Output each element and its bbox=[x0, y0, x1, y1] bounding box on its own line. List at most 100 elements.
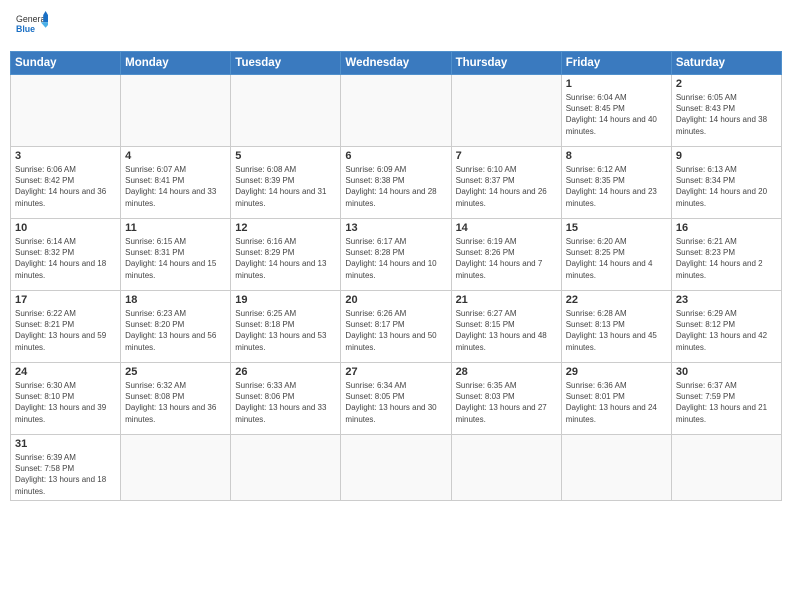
day-number: 31 bbox=[15, 438, 116, 450]
calendar-cell: 12 Sunrise: 6:16 AM Sunset: 8:29 PM Dayli… bbox=[231, 219, 341, 291]
calendar-cell bbox=[561, 435, 671, 501]
weekday-header-sunday: Sunday bbox=[11, 52, 121, 75]
calendar-cell: 19 Sunrise: 6:25 AM Sunset: 8:18 PM Dayli… bbox=[231, 291, 341, 363]
calendar-week-5: 31 Sunrise: 6:39 AM Sunset: 7:58 PM Dayli… bbox=[11, 435, 782, 501]
weekday-header-thursday: Thursday bbox=[451, 52, 561, 75]
day-info: Sunrise: 6:34 AM Sunset: 8:05 PM Dayligh… bbox=[345, 380, 446, 425]
day-info: Sunrise: 6:39 AM Sunset: 7:58 PM Dayligh… bbox=[15, 452, 116, 497]
calendar-cell bbox=[341, 435, 451, 501]
day-number: 1 bbox=[566, 78, 667, 90]
calendar-cell: 13 Sunrise: 6:17 AM Sunset: 8:28 PM Dayli… bbox=[341, 219, 451, 291]
calendar-week-0: 1Sunrise: 6:04 AM Sunset: 8:45 PM Daylig… bbox=[11, 75, 782, 147]
day-number: 23 bbox=[676, 294, 777, 306]
day-number: 12 bbox=[235, 222, 336, 234]
calendar-cell: 3 Sunrise: 6:06 AM Sunset: 8:42 PM Daylig… bbox=[11, 147, 121, 219]
calendar-cell bbox=[121, 435, 231, 501]
weekday-header-saturday: Saturday bbox=[671, 52, 781, 75]
weekday-header-tuesday: Tuesday bbox=[231, 52, 341, 75]
calendar-cell: 26 Sunrise: 6:33 AM Sunset: 8:06 PM Dayli… bbox=[231, 363, 341, 435]
weekday-header-wednesday: Wednesday bbox=[341, 52, 451, 75]
day-info: Sunrise: 6:09 AM Sunset: 8:38 PM Dayligh… bbox=[345, 164, 446, 209]
day-number: 15 bbox=[566, 222, 667, 234]
calendar-week-1: 3 Sunrise: 6:06 AM Sunset: 8:42 PM Daylig… bbox=[11, 147, 782, 219]
day-number: 2 bbox=[676, 78, 777, 90]
day-info: Sunrise: 6:07 AM Sunset: 8:41 PM Dayligh… bbox=[125, 164, 226, 209]
day-info: Sunrise: 6:14 AM Sunset: 8:32 PM Dayligh… bbox=[15, 236, 116, 281]
calendar-cell: 31 Sunrise: 6:39 AM Sunset: 7:58 PM Dayli… bbox=[11, 435, 121, 501]
calendar-week-2: 10Sunrise: 6:14 AM Sunset: 8:32 PM Dayli… bbox=[11, 219, 782, 291]
calendar-cell: 2Sunrise: 6:05 AM Sunset: 8:43 PM Daylig… bbox=[671, 75, 781, 147]
calendar-cell: 10Sunrise: 6:14 AM Sunset: 8:32 PM Dayli… bbox=[11, 219, 121, 291]
day-number: 9 bbox=[676, 150, 777, 162]
day-info: Sunrise: 6:20 AM Sunset: 8:25 PM Dayligh… bbox=[566, 236, 667, 281]
calendar-cell: 18 Sunrise: 6:23 AM Sunset: 8:20 PM Dayli… bbox=[121, 291, 231, 363]
calendar-cell: 25 Sunrise: 6:32 AM Sunset: 8:08 PM Dayli… bbox=[121, 363, 231, 435]
day-info: Sunrise: 6:33 AM Sunset: 8:06 PM Dayligh… bbox=[235, 380, 336, 425]
calendar-cell: 20 Sunrise: 6:26 AM Sunset: 8:17 PM Dayli… bbox=[341, 291, 451, 363]
calendar-table: SundayMondayTuesdayWednesdayThursdayFrid… bbox=[10, 51, 782, 501]
calendar-cell: 28Sunrise: 6:35 AM Sunset: 8:03 PM Dayli… bbox=[451, 363, 561, 435]
calendar-cell bbox=[451, 435, 561, 501]
day-number: 18 bbox=[125, 294, 226, 306]
day-info: Sunrise: 6:30 AM Sunset: 8:10 PM Dayligh… bbox=[15, 380, 116, 425]
day-number: 22 bbox=[566, 294, 667, 306]
calendar-cell: 22 Sunrise: 6:28 AM Sunset: 8:13 PM Dayli… bbox=[561, 291, 671, 363]
day-info: Sunrise: 6:22 AM Sunset: 8:21 PM Dayligh… bbox=[15, 308, 116, 353]
calendar-cell bbox=[231, 435, 341, 501]
day-number: 4 bbox=[125, 150, 226, 162]
logo-text: General Blue bbox=[14, 10, 48, 43]
day-number: 3 bbox=[15, 150, 116, 162]
day-number: 19 bbox=[235, 294, 336, 306]
day-number: 8 bbox=[566, 150, 667, 162]
day-info: Sunrise: 6:15 AM Sunset: 8:31 PM Dayligh… bbox=[125, 236, 226, 281]
day-info: Sunrise: 6:29 AM Sunset: 8:12 PM Dayligh… bbox=[676, 308, 777, 353]
calendar-cell: 6 Sunrise: 6:09 AM Sunset: 8:38 PM Daylig… bbox=[341, 147, 451, 219]
day-info: Sunrise: 6:06 AM Sunset: 8:42 PM Dayligh… bbox=[15, 164, 116, 209]
day-number: 28 bbox=[456, 366, 557, 378]
day-number: 14 bbox=[456, 222, 557, 234]
page: General Blue SundayMondayTuesdayWednesda… bbox=[0, 0, 792, 612]
calendar-cell: 27Sunrise: 6:34 AM Sunset: 8:05 PM Dayli… bbox=[341, 363, 451, 435]
day-info: Sunrise: 6:17 AM Sunset: 8:28 PM Dayligh… bbox=[345, 236, 446, 281]
day-info: Sunrise: 6:25 AM Sunset: 8:18 PM Dayligh… bbox=[235, 308, 336, 353]
calendar-cell: 30Sunrise: 6:37 AM Sunset: 7:59 PM Dayli… bbox=[671, 363, 781, 435]
day-info: Sunrise: 6:28 AM Sunset: 8:13 PM Dayligh… bbox=[566, 308, 667, 353]
day-number: 26 bbox=[235, 366, 336, 378]
calendar-cell bbox=[121, 75, 231, 147]
day-info: Sunrise: 6:26 AM Sunset: 8:17 PM Dayligh… bbox=[345, 308, 446, 353]
calendar-cell bbox=[231, 75, 341, 147]
day-info: Sunrise: 6:12 AM Sunset: 8:35 PM Dayligh… bbox=[566, 164, 667, 209]
svg-text:Blue: Blue bbox=[16, 24, 35, 34]
calendar-cell bbox=[451, 75, 561, 147]
calendar-cell: 14Sunrise: 6:19 AM Sunset: 8:26 PM Dayli… bbox=[451, 219, 561, 291]
calendar-cell: 17 Sunrise: 6:22 AM Sunset: 8:21 PM Dayli… bbox=[11, 291, 121, 363]
calendar-cell: 5Sunrise: 6:08 AM Sunset: 8:39 PM Daylig… bbox=[231, 147, 341, 219]
calendar-cell: 11 Sunrise: 6:15 AM Sunset: 8:31 PM Dayli… bbox=[121, 219, 231, 291]
day-number: 13 bbox=[345, 222, 446, 234]
calendar-cell bbox=[11, 75, 121, 147]
day-number: 7 bbox=[456, 150, 557, 162]
day-info: Sunrise: 6:21 AM Sunset: 8:23 PM Dayligh… bbox=[676, 236, 777, 281]
day-number: 16 bbox=[676, 222, 777, 234]
day-number: 21 bbox=[456, 294, 557, 306]
day-info: Sunrise: 6:23 AM Sunset: 8:20 PM Dayligh… bbox=[125, 308, 226, 353]
logo: General Blue bbox=[14, 10, 48, 43]
day-number: 17 bbox=[15, 294, 116, 306]
day-number: 20 bbox=[345, 294, 446, 306]
calendar-cell: 21 Sunrise: 6:27 AM Sunset: 8:15 PM Dayli… bbox=[451, 291, 561, 363]
day-info: Sunrise: 6:10 AM Sunset: 8:37 PM Dayligh… bbox=[456, 164, 557, 209]
day-number: 25 bbox=[125, 366, 226, 378]
day-number: 29 bbox=[566, 366, 667, 378]
calendar-cell: 7 Sunrise: 6:10 AM Sunset: 8:37 PM Daylig… bbox=[451, 147, 561, 219]
day-info: Sunrise: 6:13 AM Sunset: 8:34 PM Dayligh… bbox=[676, 164, 777, 209]
day-number: 11 bbox=[125, 222, 226, 234]
day-number: 6 bbox=[345, 150, 446, 162]
day-number: 24 bbox=[15, 366, 116, 378]
calendar-cell bbox=[341, 75, 451, 147]
header: General Blue bbox=[10, 10, 782, 43]
day-info: Sunrise: 6:16 AM Sunset: 8:29 PM Dayligh… bbox=[235, 236, 336, 281]
day-info: Sunrise: 6:27 AM Sunset: 8:15 PM Dayligh… bbox=[456, 308, 557, 353]
calendar-cell: 9 Sunrise: 6:13 AM Sunset: 8:34 PM Daylig… bbox=[671, 147, 781, 219]
day-info: Sunrise: 6:32 AM Sunset: 8:08 PM Dayligh… bbox=[125, 380, 226, 425]
day-info: Sunrise: 6:37 AM Sunset: 7:59 PM Dayligh… bbox=[676, 380, 777, 425]
